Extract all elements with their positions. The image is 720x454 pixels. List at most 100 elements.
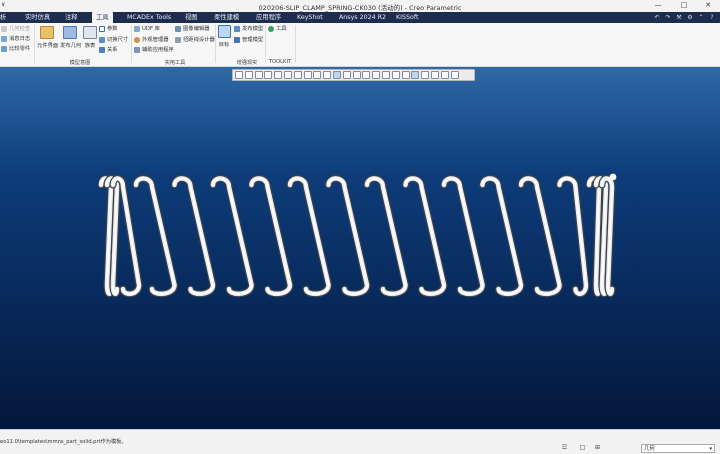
torque-line-designer-item[interactable]: 扭距线设计器 [175,36,215,44]
tab-applications[interactable]: 应用程序 [256,12,281,23]
graphics-viewport[interactable] [0,67,720,429]
manage-model-item[interactable]: 管理模型 [234,36,263,44]
auxiliary-applications-icon [134,47,140,53]
tab-analysis[interactable]: 析 [0,12,6,23]
appearance-icon[interactable] [450,71,459,79]
help-icon[interactable]: ? [708,13,716,22]
publish-model-icon [234,26,240,32]
csys-display-icon[interactable] [372,71,381,79]
parameters-item[interactable]: 参数 [99,25,118,33]
window-title: 020206-SLIP_CLAMP_SPRING-CK030 (活动的) - C… [258,4,462,12]
tag-display-icon[interactable] [391,71,400,79]
ribbon-tab-bar: 析 实时仿真 注释 工具 MCADEx Tools 视图 柔性建模 应用程序 K… [0,12,720,23]
close-button[interactable]: ✕ [697,0,719,12]
image-editor-item[interactable]: 图像编辑器 [175,25,210,33]
group-divider [131,25,132,63]
spring-coil [210,176,254,297]
point-tag-icon[interactable] [421,71,430,79]
spring-coil [133,176,177,297]
group-divider [34,25,35,63]
appearance-manager-item[interactable]: 外观管理器 [134,36,169,44]
compare-part-item[interactable]: 比较零件 [1,45,30,53]
spring-model[interactable] [98,171,618,301]
publish-model-item[interactable]: 发布模型 [234,25,263,33]
geometry-check-item[interactable]: 几何检查 [1,25,30,33]
torque-line-designer-icon [175,37,181,43]
image-editor-icon [175,26,181,32]
datum-planes-icon[interactable] [342,71,351,79]
collapse-ribbon-icon[interactable]: ⌃ [697,13,705,22]
saved-orientations-icon[interactable] [283,71,292,79]
family-table-button[interactable]: 族表 [83,26,97,49]
settings-icon[interactable]: ⚙ [686,13,694,22]
point-display-icon[interactable] [362,71,371,79]
layout-icon[interactable]: ⊞ [593,444,602,452]
tab-ansys[interactable]: Ansys 2024 R2 [339,12,386,23]
family-table-icon [83,26,97,39]
target-button[interactable]: 目标 [217,25,231,48]
compare-part-icon [1,46,7,52]
reorient-icon[interactable] [274,71,283,79]
spring-coil [249,176,293,297]
zoom-in-icon[interactable] [244,71,253,79]
datum-axes-icon[interactable] [352,71,361,79]
spin-center-icon[interactable] [332,71,341,79]
display-style-icon[interactable] [313,71,322,79]
switch-dimensions-icon [99,37,105,43]
refit-icon[interactable] [235,71,243,79]
udf-library-icon [134,26,140,32]
message-log-icon [1,36,7,42]
udf-library-item[interactable]: UDF 库 [134,25,160,33]
section-icon[interactable] [323,71,332,79]
message-log-item[interactable]: 消息日志 [1,35,30,43]
chevron-down-icon: ▾ [709,446,712,452]
tab-view[interactable]: 视图 [185,12,198,23]
pause-icon[interactable] [440,71,449,79]
redo-icon[interactable]: ↷ [664,13,672,22]
publish-geometry-button[interactable]: 发布几何 [60,26,81,49]
selection-point-marker[interactable] [609,173,617,181]
group-divider [265,25,266,63]
tab-realtime-sim[interactable]: 实时仿真 [25,12,50,23]
group-label-utilities: 实用工具 [164,60,186,66]
annotation-display-icon[interactable] [381,71,390,79]
tab-kissoft[interactable]: KISSoft [396,12,418,23]
zoom-out-icon[interactable] [254,71,263,79]
component-interface-button[interactable]: 元件界面 [37,26,58,49]
plane-tag-icon[interactable] [401,71,410,79]
spring-coil [364,176,408,297]
tab-annotate[interactable]: 注释 [65,12,78,23]
toolkit-tools-item[interactable]: 工具 [268,25,287,33]
csys-tag-icon[interactable] [430,71,439,79]
find-icon[interactable]: ☲ [560,444,569,452]
switch-dimensions-item[interactable]: 切换尺寸 [99,36,128,44]
tools-icon[interactable]: ⚒ [675,13,683,22]
spring-coils [98,175,616,298]
axis-tag-icon[interactable] [411,71,420,79]
title-bar: ∨ 020206-SLIP_CLAMP_SPRING-CK030 (活动的) -… [0,0,720,12]
perspective-icon[interactable] [303,71,312,79]
tab-mcadex-tools[interactable]: MCADEx Tools [127,12,171,23]
status-bar: eo11.0\templates\mmns_part_solid.prt作为模板… [0,429,720,454]
group-divider [295,25,296,63]
appearance-manager-icon [134,37,140,43]
graphics-toolbar [232,69,475,81]
selection-filter-dropdown[interactable]: 几何 ▾ [641,444,715,453]
maximize-button[interactable]: □ [673,0,695,12]
tab-keyshot[interactable]: KeyShot [297,12,323,23]
tab-flexible-modeling[interactable]: 柔性建模 [214,12,239,23]
target-icon [217,25,231,38]
spring-coil [172,176,216,297]
relations-item[interactable]: 关系 [99,46,118,54]
ribbon: 几何检查 消息日志 比较零件 元件界面 发布几何 族表 参数 切换尺寸 关系 模… [0,23,720,67]
auxiliary-applications-item[interactable]: 辅助应用程序 [134,46,174,54]
group-divider [215,25,216,63]
spring-coil [287,176,331,297]
repaint-icon[interactable] [264,71,273,79]
tab-tools[interactable]: 工具 [92,12,113,23]
toolkit-tools-icon [268,26,274,32]
undo-icon[interactable]: ↶ [653,13,661,22]
view-manager-icon[interactable] [293,71,302,79]
minimize-button[interactable]: — [647,0,669,12]
selection-box-icon[interactable]: □ [578,444,587,452]
